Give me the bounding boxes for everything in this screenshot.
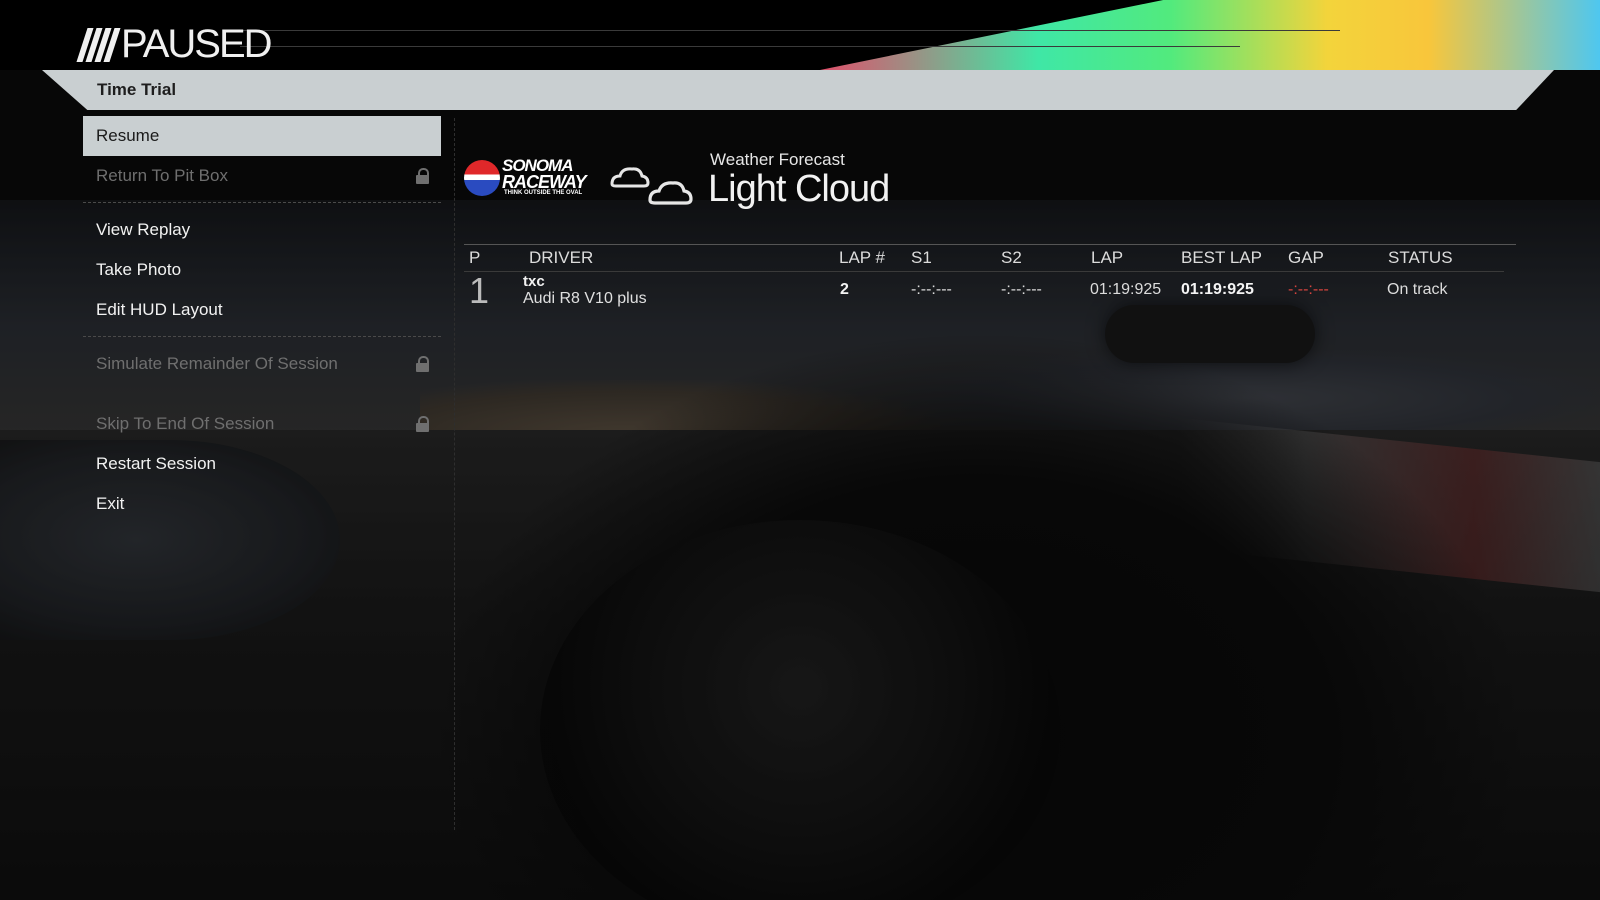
row-best-lap: 01:19:925 — [1181, 281, 1254, 298]
row-driver-name: txc — [523, 273, 545, 290]
row-s1: -:--:--- — [911, 281, 952, 298]
lock-icon — [416, 416, 429, 432]
col-header-driver: DRIVER — [529, 248, 594, 267]
weather-value: Light Cloud — [708, 168, 890, 210]
mode-bar: Time Trial — [42, 70, 1554, 110]
row-position: 1 — [469, 270, 490, 311]
menu-item-label: View Replay — [96, 220, 191, 239]
row-lap-time: 01:19:925 — [1090, 281, 1162, 298]
track-logo-disc-icon — [464, 160, 500, 196]
header-line — [240, 30, 1340, 31]
menu-divider — [83, 336, 441, 337]
logo-bars-icon — [76, 27, 121, 62]
top-header: PAUSED — [0, 0, 1600, 70]
rainbow-stripe — [820, 0, 1600, 70]
menu-item-return-to-pit-box[interactable]: Return To Pit Box — [83, 156, 441, 196]
table-top-rule — [464, 244, 1516, 245]
menu-item-label: Skip To End Of Session — [96, 414, 275, 433]
menu-item-label: Exit — [96, 494, 125, 513]
mode-label: Time Trial — [97, 80, 177, 99]
weather-label: Weather Forecast — [710, 150, 845, 169]
menu-item-label: Edit HUD Layout — [96, 300, 223, 319]
col-header-lap: LAP — [1091, 248, 1124, 267]
panel-divider — [454, 118, 455, 830]
game-logo: PAUSED — [76, 22, 273, 67]
col-header-position: P — [469, 248, 481, 267]
menu-item-label: Take Photo — [96, 260, 182, 279]
row-s2: -:--:--- — [1001, 281, 1042, 298]
track-logo-tagline: THINK OUTSIDE THE OVAL — [504, 190, 583, 196]
header-line — [240, 46, 1240, 47]
menu-item-exit[interactable]: Exit — [83, 484, 441, 524]
menu-item-label: Restart Session — [96, 454, 216, 473]
pause-title: PAUSED — [121, 22, 273, 66]
menu-divider — [83, 202, 441, 203]
menu-item-view-replay[interactable]: View Replay — [83, 210, 441, 250]
lock-icon — [416, 168, 429, 184]
menu-item-label: Return To Pit Box — [96, 166, 228, 185]
track-logo: SONOMA RACEWAY THINK OUTSIDE THE OVAL — [464, 156, 587, 200]
row-gap: -:--:--- — [1288, 281, 1329, 298]
cloud-icon — [610, 167, 693, 205]
menu-item-simulate-remainder[interactable]: Simulate Remainder Of Session — [83, 344, 441, 384]
menu-item-label: Simulate Remainder Of Session — [96, 354, 338, 373]
col-header-status: STATUS — [1388, 248, 1453, 267]
menu-item-edit-hud-layout[interactable]: Edit HUD Layout — [83, 290, 441, 330]
col-header-s1: S1 — [911, 248, 932, 267]
menu-item-take-photo[interactable]: Take Photo — [83, 250, 441, 290]
row-car-name: Audi R8 V10 plus — [523, 290, 647, 307]
col-header-lap-number: LAP # — [839, 248, 886, 267]
menu-item-label: Resume — [96, 126, 160, 145]
menu-item-restart-session[interactable]: Restart Session — [83, 444, 441, 484]
row-lap-number: 2 — [840, 281, 849, 298]
menu-item-skip-to-end[interactable]: Skip To End Of Session — [83, 404, 441, 444]
col-header-gap: GAP — [1288, 248, 1324, 267]
menu-spacer — [83, 384, 441, 404]
pause-menu: Resume Return To Pit Box View Replay Tak… — [83, 116, 441, 524]
lock-icon — [416, 356, 429, 372]
col-header-best-lap: BEST LAP — [1181, 248, 1262, 267]
row-status: On track — [1387, 281, 1448, 298]
menu-item-resume[interactable]: Resume — [83, 116, 441, 156]
table-header-rule — [464, 271, 1504, 272]
col-header-s2: S2 — [1001, 248, 1022, 267]
